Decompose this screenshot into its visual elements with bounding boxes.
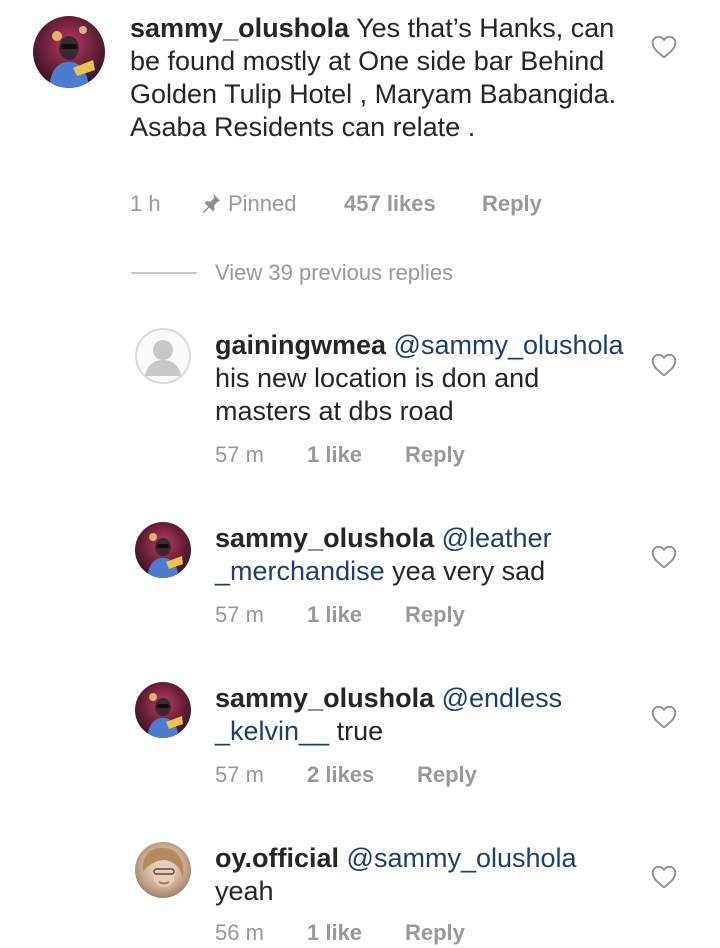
comment-text: sammy_olushola @leather _merchandise yea… bbox=[215, 522, 635, 588]
comment-username[interactable]: sammy_olushola bbox=[215, 683, 434, 713]
user-avatar-image bbox=[33, 16, 105, 88]
avatar[interactable] bbox=[33, 16, 105, 88]
pinned-indicator: Pinned bbox=[200, 189, 297, 219]
comment-text: gainingwmea @sammy_olushola his new loca… bbox=[215, 329, 635, 428]
comment-mention[interactable]: @sammy_olushola bbox=[347, 843, 577, 873]
heart-icon[interactable] bbox=[651, 545, 677, 569]
reply-button[interactable]: Reply bbox=[482, 189, 542, 219]
main-comment: sammy_olushola Yes that’s Hanks, can be … bbox=[0, 0, 720, 230]
view-replies-label[interactable]: View 39 previous replies bbox=[215, 258, 453, 288]
avatar[interactable] bbox=[135, 842, 191, 898]
comment-text: oy.official @sammy_olushola yeah bbox=[215, 842, 635, 908]
avatar[interactable] bbox=[135, 682, 191, 738]
divider-line bbox=[131, 272, 197, 274]
comment-meta: 57 m 1 like Reply bbox=[215, 600, 615, 630]
comment-mention[interactable]: @sammy_olushola bbox=[394, 330, 624, 360]
comment-likes[interactable]: 1 like bbox=[307, 600, 362, 630]
pinned-label: Pinned bbox=[228, 191, 297, 216]
comment-text: sammy_olushola Yes that’s Hanks, can be … bbox=[130, 12, 630, 144]
comment-body: yeah bbox=[215, 876, 274, 906]
reply-button[interactable]: Reply bbox=[405, 918, 465, 948]
reply-button[interactable]: Reply bbox=[405, 600, 465, 630]
reply-button[interactable]: Reply bbox=[417, 760, 477, 790]
comment-meta: 1 h Pinned 457 likes Reply bbox=[130, 189, 610, 219]
heart-icon[interactable] bbox=[651, 353, 677, 377]
heart-icon[interactable] bbox=[651, 35, 677, 59]
comment-likes[interactable]: 2 likes bbox=[307, 760, 374, 790]
user-avatar-image bbox=[135, 522, 191, 578]
comment-time: 57 m bbox=[215, 762, 264, 787]
comment-time: 57 m bbox=[215, 602, 264, 627]
comment-likes[interactable]: 1 like bbox=[307, 440, 362, 470]
comment-time: 56 m bbox=[215, 920, 264, 945]
comment-meta: 56 m 1 like Reply bbox=[215, 918, 615, 948]
heart-icon[interactable] bbox=[651, 865, 677, 889]
comment-body: his new location is don and masters at d… bbox=[215, 363, 540, 426]
comment-username[interactable]: gainingwmea bbox=[215, 330, 386, 360]
comment-likes[interactable]: 457 likes bbox=[344, 189, 436, 219]
comment-username[interactable]: oy.official bbox=[215, 843, 339, 873]
user-avatar-image bbox=[135, 842, 191, 898]
avatar[interactable] bbox=[135, 328, 191, 384]
user-avatar-image bbox=[135, 682, 191, 738]
comment-body: yea very sad bbox=[392, 556, 546, 586]
comment-time: 1 h bbox=[130, 191, 161, 216]
pin-icon bbox=[202, 193, 221, 214]
comment-username[interactable]: sammy_olushola bbox=[130, 13, 349, 43]
reply-button[interactable]: Reply bbox=[405, 440, 465, 470]
default-avatar-icon bbox=[145, 340, 181, 376]
heart-icon[interactable] bbox=[651, 705, 677, 729]
comment-time: 57 m bbox=[215, 442, 264, 467]
comment-body: true bbox=[336, 716, 384, 746]
avatar[interactable] bbox=[135, 522, 191, 578]
comment-likes[interactable]: 1 like bbox=[307, 918, 362, 948]
comment-username[interactable]: sammy_olushola bbox=[215, 523, 434, 553]
comment-text: sammy_olushola @endless _kelvin__ true bbox=[215, 682, 635, 748]
comment-meta: 57 m 2 likes Reply bbox=[215, 760, 615, 790]
comment-meta: 57 m 1 like Reply bbox=[215, 440, 615, 470]
